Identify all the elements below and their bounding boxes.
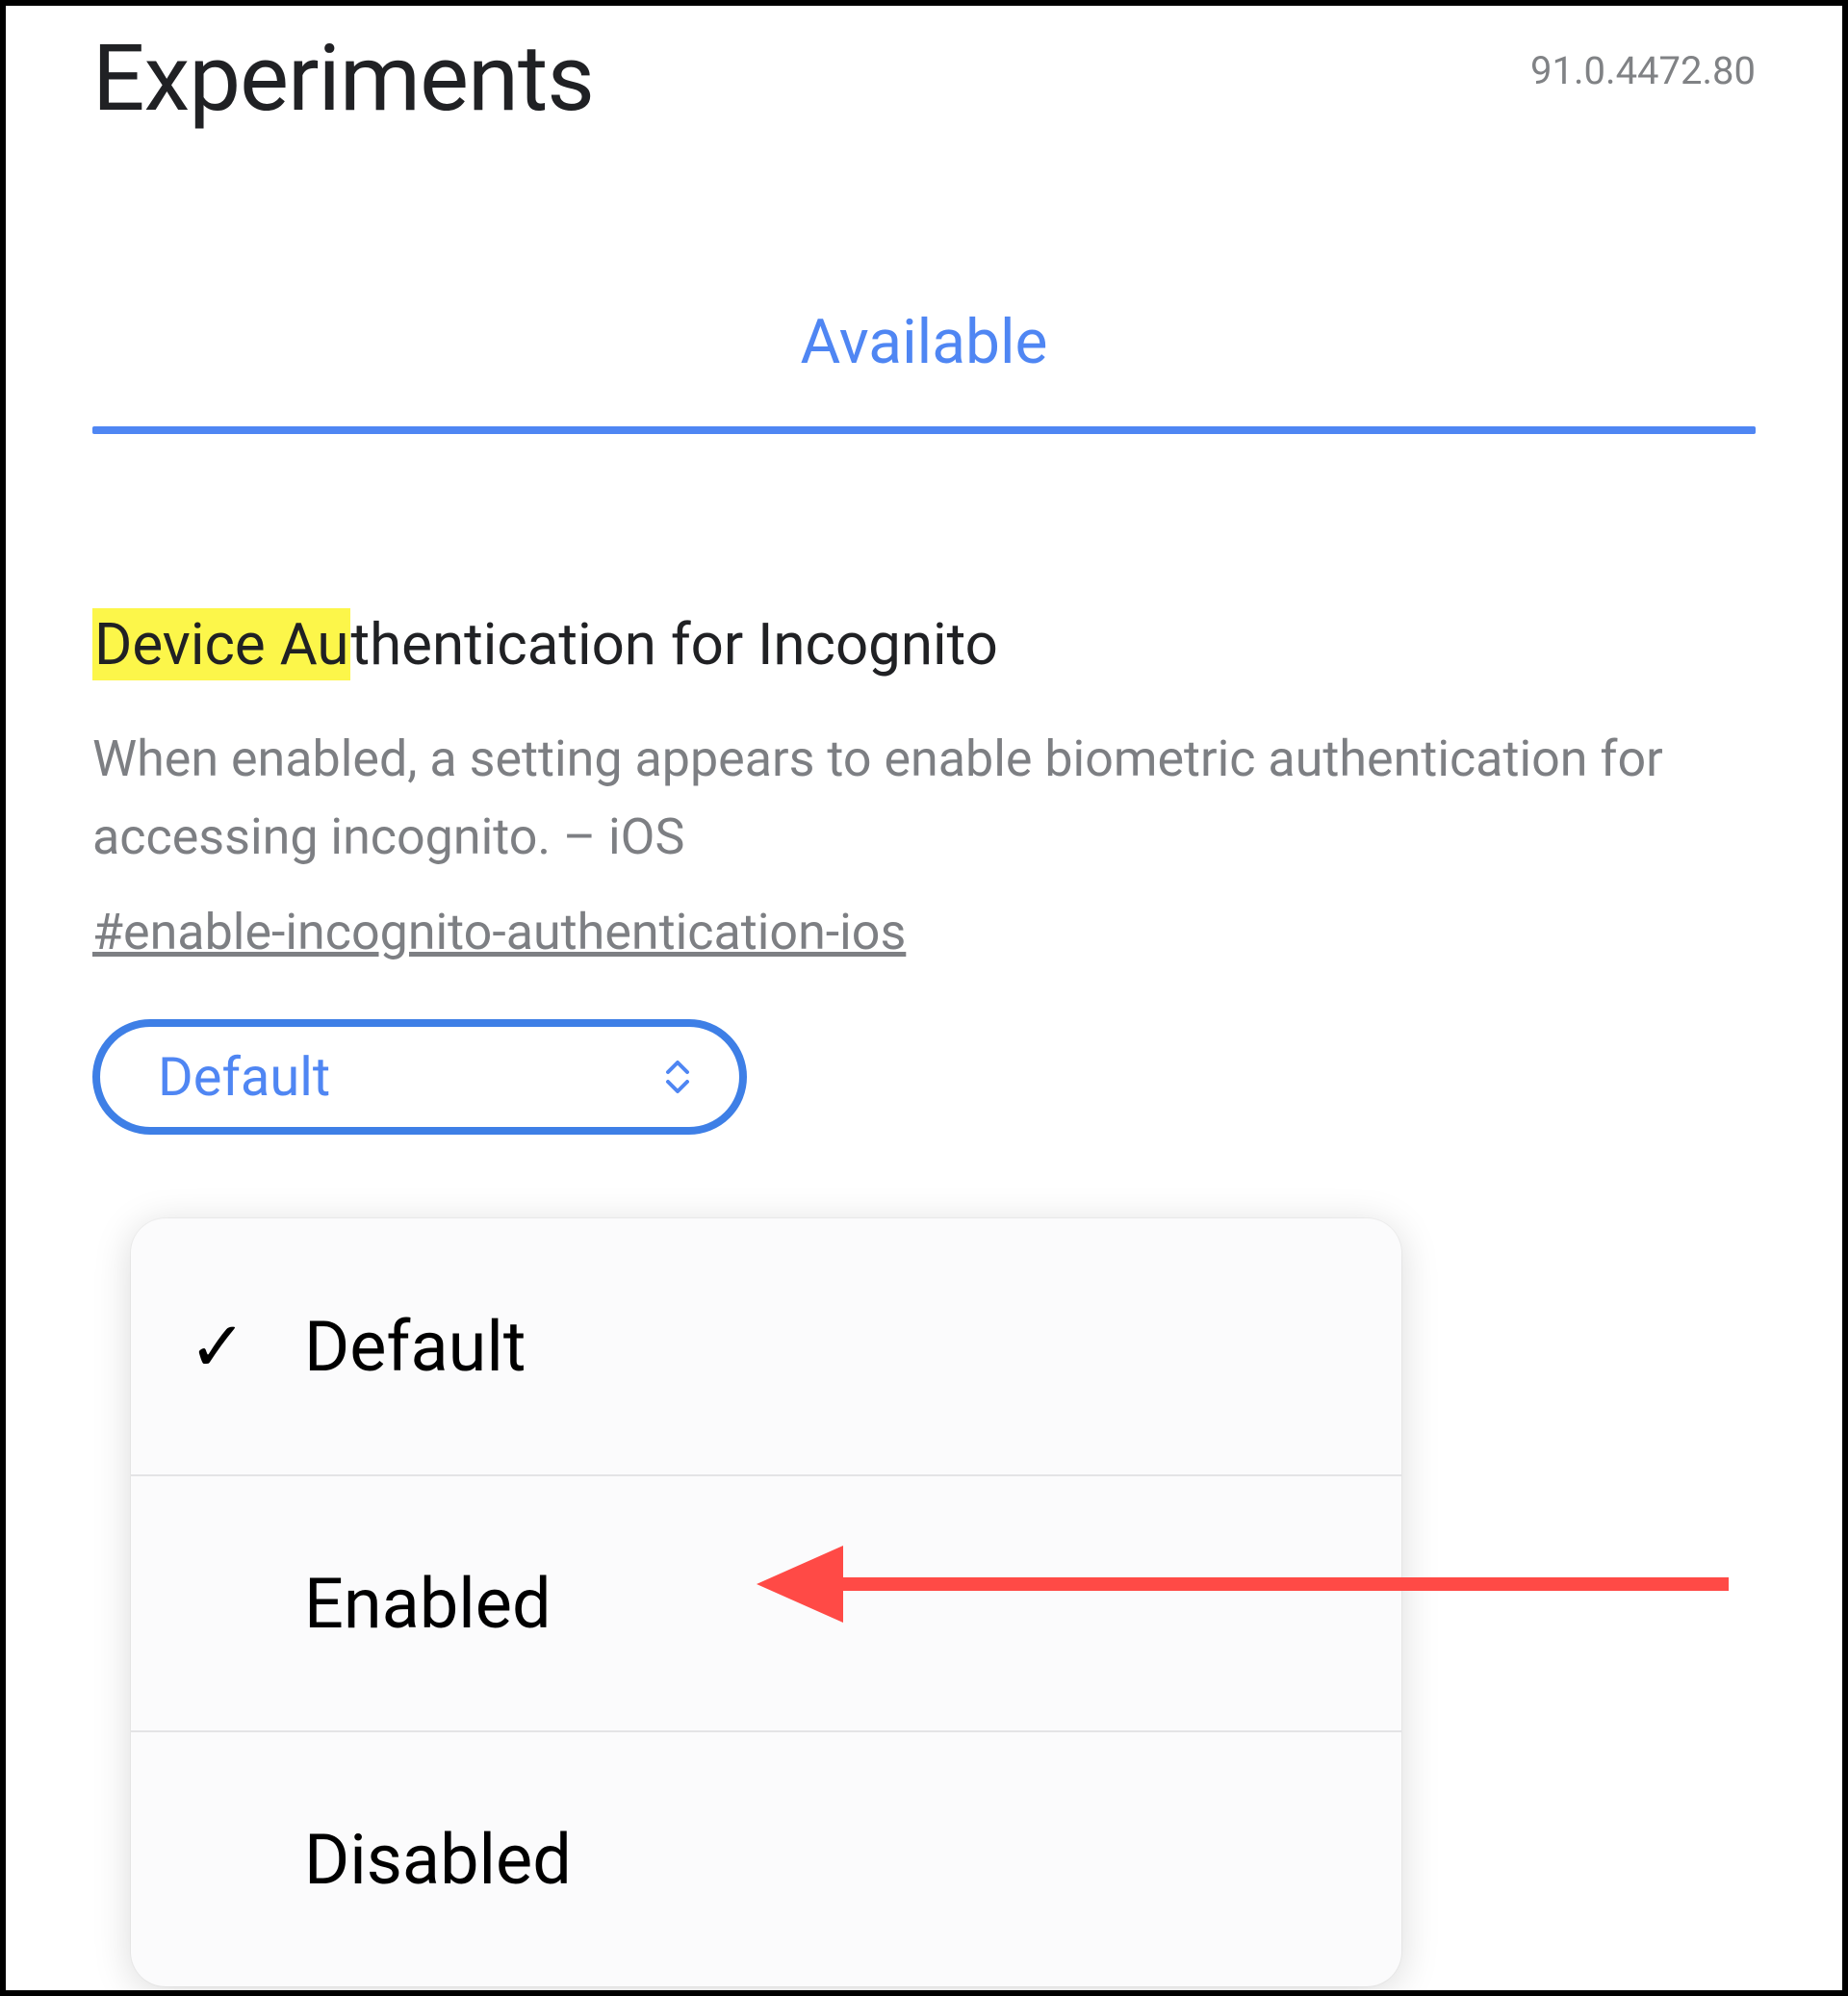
window-frame: Experiments 91.0.4472.80 Available Devic… <box>0 0 1848 1996</box>
page-title: Experiments <box>92 25 594 133</box>
tab-available[interactable]: Available <box>92 306 1756 426</box>
checkmark-column: ✓ <box>189 1306 304 1388</box>
dropdown-option-disabled[interactable]: Disabled <box>131 1730 1401 1986</box>
dropdown-option-enabled[interactable]: Enabled <box>131 1474 1401 1730</box>
header: Experiments 91.0.4472.80 <box>6 6 1842 133</box>
checkmark-icon: ✓ <box>189 1306 246 1388</box>
content-area: Experiments 91.0.4472.80 Available Devic… <box>6 6 1842 1990</box>
version-label: 91.0.4472.80 <box>1530 48 1756 93</box>
search-highlight: Device Au <box>92 608 350 680</box>
experiment-hash-link[interactable]: #enable-incognito-authentication-ios <box>92 903 906 961</box>
chevron-updown-icon <box>664 1059 691 1095</box>
tab-underline <box>92 426 1756 434</box>
dropdown-option-label: Disabled <box>304 1819 572 1901</box>
dropdown-selected-label: Default <box>158 1045 330 1109</box>
experiment-description: When enabled, a setting appears to enabl… <box>92 721 1756 876</box>
experiment-title-rest: thentication for Incognito <box>350 610 997 678</box>
flag-state-dropdown[interactable]: Default <box>92 1019 747 1135</box>
dropdown-option-default[interactable]: ✓ Default <box>131 1218 1401 1474</box>
experiment-title: Device Authentication for Incognito <box>92 607 1756 682</box>
dropdown-option-label: Default <box>304 1306 526 1388</box>
tab-bar: Available <box>6 306 1842 434</box>
dropdown-option-label: Enabled <box>304 1563 552 1645</box>
dropdown-popup: ✓ Default Enabled Disabled <box>131 1218 1401 1986</box>
experiment-item: Device Authentication for Incognito When… <box>6 607 1842 1135</box>
